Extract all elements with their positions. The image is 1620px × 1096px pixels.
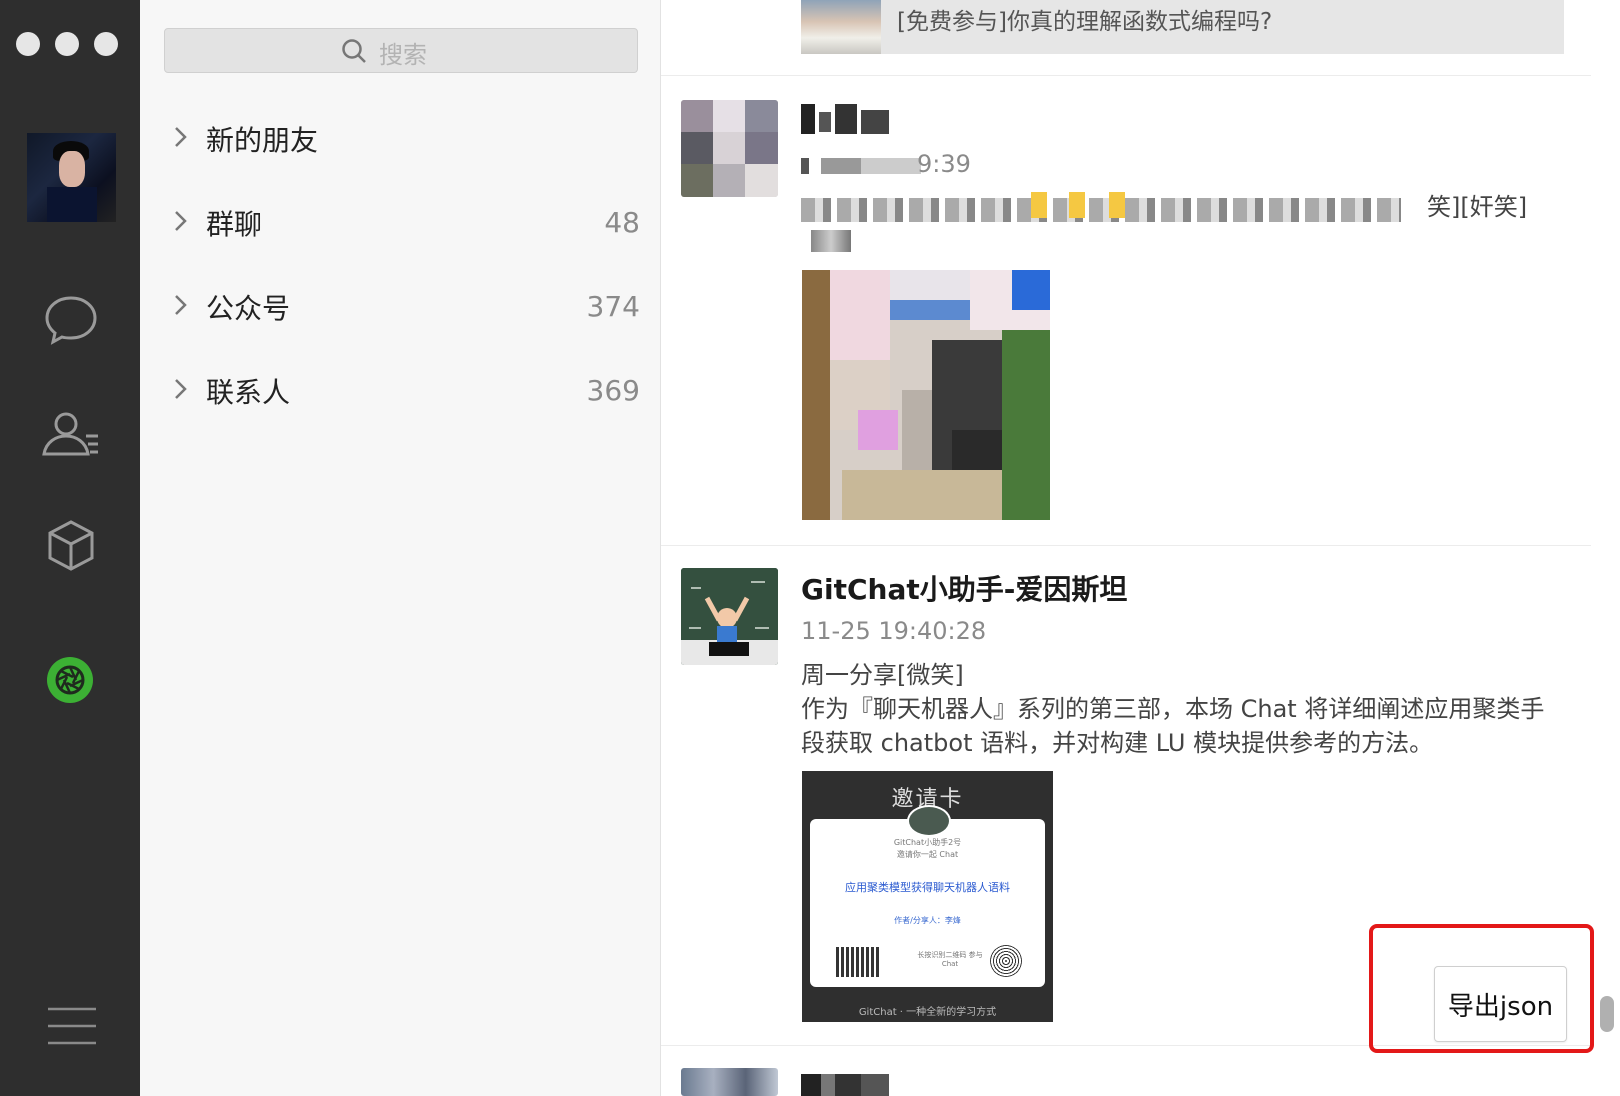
qr-code-icon bbox=[836, 947, 880, 977]
group-official-accounts[interactable]: 公众号 374 bbox=[140, 274, 660, 334]
menu-icon[interactable] bbox=[44, 996, 106, 1045]
card-author: 作者/分享人：李烽 bbox=[894, 916, 961, 925]
chevron-right-icon bbox=[175, 127, 187, 147]
scrollbar-thumb[interactable] bbox=[1600, 996, 1614, 1032]
post-text-pixelated bbox=[801, 198, 1401, 222]
export-json-button[interactable]: 导出json bbox=[1434, 966, 1567, 1042]
shared-link-title: [免费参与]你真的理解函数式编程吗? bbox=[897, 9, 1273, 35]
chevron-right-icon bbox=[175, 295, 187, 315]
search-icon bbox=[342, 39, 366, 63]
group-new-friends[interactable]: 新的朋友 bbox=[140, 106, 660, 166]
card-footer: GitChat · 一种全新的学习方式 bbox=[858, 1007, 997, 1018]
emoji-icon bbox=[1109, 192, 1125, 218]
shared-link-thumbnail bbox=[801, 0, 881, 54]
post-text-tail: 笑][奸笑] bbox=[1427, 193, 1528, 221]
card-qr-hint: 长按识别二维码 参与 Chat bbox=[917, 951, 983, 968]
group-label: 联系人 bbox=[206, 376, 291, 409]
post-time-visible: 9:39 bbox=[917, 150, 971, 178]
card-avatar bbox=[907, 805, 951, 837]
group-count: 374 bbox=[586, 290, 640, 323]
post-time: 11-25 19:40:28 bbox=[801, 617, 987, 645]
post-invite-card-image[interactable]: 邀请卡 GitChat小助手2号 邀请你一起 Chat 应用聚类模型获得聊天机器… bbox=[802, 771, 1053, 1022]
card-topic: 应用聚类模型获得聊天机器人语料 bbox=[845, 881, 1010, 894]
contacts-icon[interactable] bbox=[40, 404, 102, 466]
group-count: 369 bbox=[586, 374, 640, 407]
window-close-button[interactable] bbox=[16, 32, 40, 56]
chevron-right-icon bbox=[175, 379, 187, 399]
card-body: GitChat小助手2号 邀请你一起 Chat 应用聚类模型获得聊天机器人语料 … bbox=[810, 805, 1045, 987]
emoji-icon bbox=[1031, 192, 1047, 218]
emoji-icon bbox=[1069, 192, 1085, 218]
group-count: 48 bbox=[604, 206, 640, 239]
group-group-chats[interactable]: 群聊 48 bbox=[140, 190, 660, 250]
search-input[interactable]: 搜索 bbox=[164, 28, 638, 73]
post-author[interactable]: GitChat小助手-爱因斯坦 bbox=[801, 568, 1127, 608]
user-avatar[interactable] bbox=[27, 133, 116, 222]
search-placeholder: 搜索 bbox=[379, 41, 427, 69]
chat-icon[interactable] bbox=[40, 288, 102, 350]
post-time-pixelated bbox=[801, 158, 921, 174]
post-author-pixelated[interactable] bbox=[801, 104, 893, 134]
favorites-icon[interactable] bbox=[40, 514, 102, 576]
card-line1: GitChat小助手2号 bbox=[893, 838, 962, 847]
post-text-body: 作为『聊天机器人』系列的第三部，本场 Chat 将详细阐述应用聚类手段获取 ch… bbox=[801, 695, 1545, 757]
post-avatar[interactable] bbox=[681, 100, 778, 197]
group-label: 群聊 bbox=[206, 208, 263, 241]
group-label: 新的朋友 bbox=[206, 124, 319, 157]
post-photo[interactable] bbox=[802, 270, 1050, 520]
card-line2: 邀请你一起 Chat bbox=[896, 850, 959, 859]
shared-link-card[interactable]: [免费参与]你真的理解函数式编程吗? bbox=[801, 0, 1564, 54]
post-divider bbox=[661, 545, 1591, 546]
sidebar-rail bbox=[0, 0, 140, 1096]
group-contacts[interactable]: 联系人 369 bbox=[140, 358, 660, 418]
post-author-pixelated[interactable] bbox=[801, 1074, 889, 1096]
post-text-pixelated bbox=[811, 230, 851, 252]
post-avatar[interactable] bbox=[681, 1068, 778, 1096]
post-avatar[interactable] bbox=[681, 568, 778, 665]
group-label: 公众号 bbox=[206, 292, 291, 325]
post-text-line: 周一分享[微笑] bbox=[801, 661, 964, 689]
post-divider bbox=[661, 75, 1591, 76]
contacts-panel: 搜索 新的朋友 群聊 48 公众号 374 联系人 369 bbox=[140, 0, 661, 1096]
fingerprint-icon bbox=[990, 945, 1022, 977]
window-zoom-button[interactable] bbox=[94, 32, 118, 56]
moments-icon[interactable] bbox=[46, 656, 94, 704]
chevron-right-icon bbox=[175, 211, 187, 231]
window-minimize-button[interactable] bbox=[55, 32, 79, 56]
